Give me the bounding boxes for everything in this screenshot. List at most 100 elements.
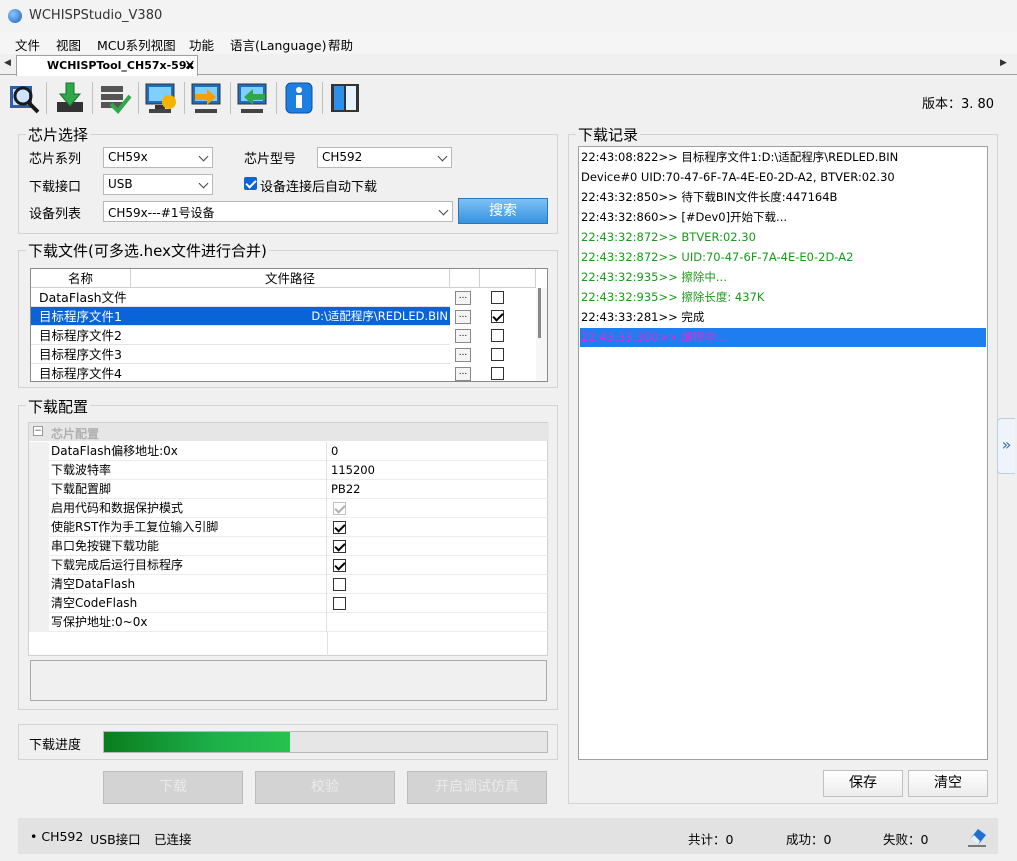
table-row[interactable]: 目标程序文件2 ... xyxy=(31,326,536,345)
property-value[interactable]: 0 xyxy=(331,442,547,461)
property-row[interactable]: 串口免按键下载功能 xyxy=(29,537,549,556)
log-line[interactable]: 22:43:32:860>> [#Dev0]开始下载... xyxy=(580,208,986,227)
clear-button[interactable]: 清空 xyxy=(908,770,988,797)
tab-strip: ◀ WCHISPTool_CH57x-59x × ▶ xyxy=(0,55,1017,76)
import-icon[interactable] xyxy=(235,80,271,116)
log-line[interactable]: 22:43:08:822>> 目标程序文件1:D:\适配程序\REDLED.BI… xyxy=(580,148,986,167)
property-row[interactable]: 下载波特率 115200 xyxy=(29,461,549,480)
status-chip: • CH592 xyxy=(30,829,84,844)
column-header-browse xyxy=(450,269,480,288)
property-description-box xyxy=(30,660,547,701)
browse-button[interactable]: ... xyxy=(455,291,471,305)
property-row[interactable]: 清空DataFlash xyxy=(29,575,549,594)
browse-button[interactable]: ... xyxy=(455,310,471,324)
menu-mcu-series-view[interactable]: MCU系列视图 xyxy=(97,35,176,54)
file-enable-checkbox[interactable] xyxy=(491,348,504,361)
search-button[interactable]: 搜索 xyxy=(458,198,548,224)
expand-panel-icon[interactable]: » xyxy=(997,418,1015,474)
property-row[interactable]: 下载配置脚 PB22 xyxy=(29,480,549,499)
chip-series-select[interactable]: CH59x xyxy=(103,147,213,168)
file-enable-checkbox[interactable] xyxy=(491,291,504,304)
file-table-scroll-thumb[interactable] xyxy=(538,288,541,338)
uart-no-key-checkbox[interactable] xyxy=(333,540,346,553)
export-icon[interactable] xyxy=(189,80,225,116)
property-value[interactable] xyxy=(331,613,547,632)
eraser-icon[interactable] xyxy=(966,825,988,847)
property-name: 下载波特率 xyxy=(51,461,327,480)
menu-help[interactable]: 帮助 xyxy=(328,35,353,54)
property-row[interactable]: 下载完成后运行目标程序 xyxy=(29,556,549,575)
property-category-row[interactable]: − 芯片配置 xyxy=(29,423,549,441)
log-line[interactable]: 22:43:32:935>> 擦除长度: 437K xyxy=(580,288,986,307)
log-line[interactable]: 22:43:32:850>> 待下载BIN文件长度:447164B xyxy=(580,188,986,207)
chevron-down-icon xyxy=(198,178,209,189)
progress-label: 下载进度 xyxy=(29,738,82,753)
table-row[interactable]: 目标程序文件1 D:\适配程序\REDLED.BIN ... xyxy=(31,307,536,326)
menu-language[interactable]: 语言(Language) xyxy=(230,35,326,54)
book-icon[interactable] xyxy=(327,80,363,116)
file-enable-checkbox[interactable] xyxy=(491,329,504,342)
download-log-list[interactable]: 22:43:08:822>> 目标程序文件1:D:\适配程序\REDLED.BI… xyxy=(578,146,988,760)
window-title: WCHISPStudio_V380 xyxy=(29,8,163,23)
property-row[interactable]: DataFlash偏移地址:0x 0 xyxy=(29,442,549,461)
device-list-select[interactable]: CH59x---#1号设备 xyxy=(103,201,453,222)
menu-view[interactable]: 视图 xyxy=(56,35,81,54)
log-line[interactable]: 22:43:33:281>> 完成 xyxy=(580,308,986,327)
table-row[interactable]: 目标程序文件3 ... xyxy=(31,345,536,364)
tab-close-icon[interactable]: × xyxy=(184,57,196,73)
menu-file[interactable]: 文件 xyxy=(15,35,40,54)
download-files-title: 下载文件(可多选.hex文件进行合并) xyxy=(26,240,269,261)
rst-pin-checkbox[interactable] xyxy=(333,521,346,534)
table-row[interactable]: DataFlash文件 ... xyxy=(31,288,536,307)
property-value[interactable]: PB22 xyxy=(331,480,547,499)
property-row[interactable]: 启用代码和数据保护模式 xyxy=(29,499,549,518)
status-connection: 已连接 xyxy=(154,832,192,847)
tab-scroll-left-icon[interactable]: ◀ xyxy=(4,58,11,68)
clear-codeflash-checkbox[interactable] xyxy=(333,597,346,610)
clear-dataflash-checkbox[interactable] xyxy=(333,578,346,591)
log-line[interactable]: 22:43:32:872>> UID:70-47-6F-7A-4E-E0-2D-… xyxy=(580,248,986,267)
browse-button[interactable]: ... xyxy=(455,348,471,362)
property-name: 下载完成后运行目标程序 xyxy=(51,556,327,575)
status-bar: • CH592 USB接口 已连接 共计：0 成功：0 失败：0 xyxy=(18,818,998,854)
search-chip-icon[interactable] xyxy=(6,80,42,116)
title-bar: WCHISPStudio_V380 xyxy=(0,0,1017,32)
menu-function[interactable]: 功能 xyxy=(189,35,214,54)
property-name: 启用代码和数据保护模式 xyxy=(51,499,327,518)
verify-icon[interactable] xyxy=(97,80,133,116)
log-line[interactable]: Device#0 UID:70-47-6F-7A-4E-E0-2D-A2, BT… xyxy=(580,168,986,187)
collapse-icon[interactable]: − xyxy=(33,426,43,436)
log-line[interactable]: 22:43:32:935>> 擦除中... xyxy=(580,268,986,287)
chip-model-select[interactable]: CH592 xyxy=(317,147,452,168)
save-button[interactable]: 保存 xyxy=(823,770,903,797)
download-button[interactable]: 下载 xyxy=(103,771,243,804)
run-after-download-checkbox[interactable] xyxy=(333,559,346,572)
info-icon[interactable] xyxy=(281,80,317,116)
browse-button[interactable]: ... xyxy=(455,367,471,381)
table-row[interactable]: 目标程序文件4 ... xyxy=(31,364,536,381)
property-row[interactable]: 使能RST作为手工复位输入引脚 xyxy=(29,518,549,537)
download-icon[interactable] xyxy=(51,80,87,116)
chevron-down-icon xyxy=(198,151,209,162)
file-name: 目标程序文件4 xyxy=(31,364,131,381)
property-name: DataFlash偏移地址:0x xyxy=(51,442,327,461)
column-header-name[interactable]: 名称 xyxy=(31,269,131,288)
auto-download-checkbox[interactable] xyxy=(244,177,257,190)
log-line[interactable]: 22:43:33:300>> 编程中... xyxy=(580,328,986,347)
tab-wchisptool[interactable]: WCHISPTool_CH57x-59x × xyxy=(16,55,198,76)
column-header-path[interactable]: 文件路径 xyxy=(131,269,450,288)
property-row[interactable]: 写保护地址:0~0x xyxy=(29,613,549,632)
tab-scroll-right-icon[interactable]: ▶ xyxy=(1000,58,1007,68)
debug-sim-button[interactable]: 开启调试仿真 xyxy=(407,771,547,804)
chevron-down-icon xyxy=(437,151,448,162)
property-value[interactable]: 115200 xyxy=(331,461,547,480)
log-line[interactable]: 22:43:32:872>> BTVER:02.30 xyxy=(580,228,986,247)
verify-button[interactable]: 校验 xyxy=(255,771,395,804)
refresh-device-icon[interactable] xyxy=(143,80,179,116)
file-path xyxy=(131,326,450,345)
file-enable-checkbox[interactable] xyxy=(491,367,504,380)
download-interface-select[interactable]: USB xyxy=(103,174,213,195)
property-row[interactable]: 清空CodeFlash xyxy=(29,594,549,613)
browse-button[interactable]: ... xyxy=(455,329,471,343)
file-enable-checkbox[interactable] xyxy=(491,310,504,323)
